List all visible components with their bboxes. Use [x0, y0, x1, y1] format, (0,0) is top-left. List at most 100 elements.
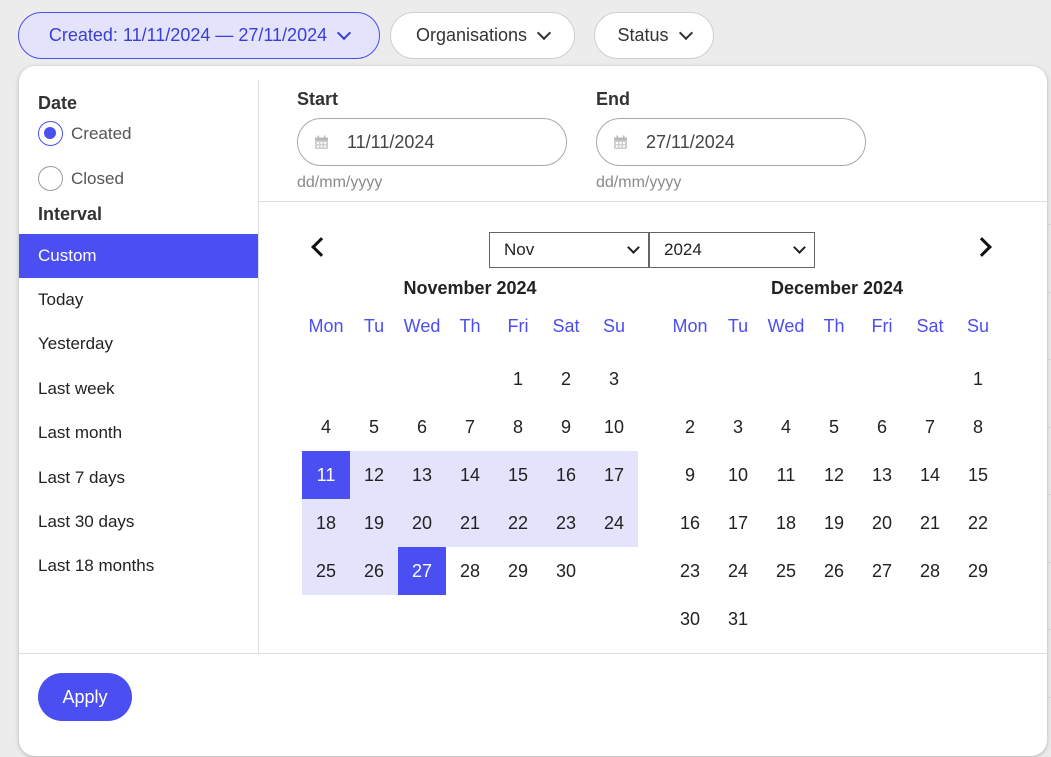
- calendar-day[interactable]: 19: [350, 499, 398, 547]
- interval-item-yesterday[interactable]: Yesterday: [19, 322, 258, 366]
- calendar-day[interactable]: 6: [858, 403, 906, 451]
- calendar-day[interactable]: 12: [810, 451, 858, 499]
- calendar-day[interactable]: 27: [858, 547, 906, 595]
- created-date-filter-chip[interactable]: Created: 11/11/2024 — 27/11/2024: [18, 12, 380, 59]
- interval-item-today[interactable]: Today: [19, 278, 258, 322]
- calendar-day[interactable]: 24: [590, 499, 638, 547]
- calendar-day[interactable]: 13: [858, 451, 906, 499]
- calendar-day[interactable]: 1: [954, 355, 1002, 403]
- calendar-day[interactable]: 5: [810, 403, 858, 451]
- calendar-day[interactable]: 9: [542, 403, 590, 451]
- date-options-sidebar: Date Created Closed Interval Custom Toda…: [19, 80, 259, 654]
- radio-selected-icon[interactable]: [38, 121, 63, 146]
- end-date-field[interactable]: 27/11/2024: [596, 118, 866, 166]
- date-type-option-closed[interactable]: Closed: [38, 166, 124, 191]
- organisations-filter-label: Organisations: [415, 25, 528, 45]
- calendar-day[interactable]: 18: [302, 499, 350, 547]
- date-filter-panel: Date Created Closed Interval Custom Toda…: [19, 66, 1047, 756]
- interval-item-last-30-days[interactable]: Last 30 days: [19, 500, 258, 544]
- interval-item-last-18-months[interactable]: Last 18 months: [19, 544, 258, 588]
- calendar-day[interactable]: 14: [446, 451, 494, 499]
- calendar-day[interactable]: 26: [350, 547, 398, 595]
- calendar-day[interactable]: 11: [762, 451, 810, 499]
- end-date-format-hint: dd/mm/yyyy: [596, 174, 682, 191]
- start-date-field[interactable]: 11/11/2024: [297, 118, 567, 166]
- calendar-day[interactable]: 31: [714, 595, 762, 643]
- calendar-day[interactable]: 10: [590, 403, 638, 451]
- calendar-day[interactable]: 3: [714, 403, 762, 451]
- calendar-day[interactable]: 20: [398, 499, 446, 547]
- calendar-day[interactable]: 21: [906, 499, 954, 547]
- calendar-day[interactable]: 4: [762, 403, 810, 451]
- created-date-filter-label: Created: 11/11/2024 — 27/11/2024: [48, 25, 328, 45]
- weekday-header: Th: [823, 316, 845, 336]
- weekday-header: Tu: [363, 316, 385, 336]
- calendar-day[interactable]: 5: [350, 403, 398, 451]
- chevron-down-icon: [536, 25, 552, 40]
- calendar-day[interactable]: 14: [906, 451, 954, 499]
- calendar-day[interactable]: 17: [590, 451, 638, 499]
- weekday-header: Sat: [916, 316, 944, 336]
- interval-item-last-7-days[interactable]: Last 7 days: [19, 456, 258, 500]
- weekday-header: Su: [602, 316, 626, 336]
- organisations-filter-chip[interactable]: Organisations: [390, 12, 575, 59]
- calendar-day[interactable]: 28: [906, 547, 954, 595]
- calendar-day[interactable]: 29: [494, 547, 542, 595]
- calendar-day[interactable]: 4: [302, 403, 350, 451]
- month-select[interactable]: Nov: [489, 232, 649, 268]
- calendar-day[interactable]: 15: [954, 451, 1002, 499]
- calendar-day[interactable]: 30: [542, 547, 590, 595]
- calendar-day[interactable]: 13: [398, 451, 446, 499]
- calendar-day[interactable]: 2: [666, 403, 714, 451]
- calendar-day[interactable]: 3: [590, 355, 638, 403]
- calendar-day[interactable]: 23: [542, 499, 590, 547]
- calendar-day[interactable]: 24: [714, 547, 762, 595]
- calendar-day[interactable]: 1: [494, 355, 542, 403]
- calendar-day[interactable]: 29: [954, 547, 1002, 595]
- calendar-day[interactable]: 22: [954, 499, 1002, 547]
- interval-heading: Interval: [38, 204, 103, 224]
- calendar-day[interactable]: 7: [906, 403, 954, 451]
- calendar-day[interactable]: 30: [666, 595, 714, 643]
- calendar-day[interactable]: 10: [714, 451, 762, 499]
- interval-item-custom[interactable]: Custom: [19, 234, 258, 278]
- interval-item-last-month[interactable]: Last month: [19, 411, 258, 455]
- calendar-day[interactable]: 25: [302, 547, 350, 595]
- status-filter-chip[interactable]: Status: [594, 12, 714, 59]
- calendar-day[interactable]: 16: [542, 451, 590, 499]
- calendar-day[interactable]: 8: [494, 403, 542, 451]
- calendar-day[interactable]: 8: [954, 403, 1002, 451]
- next-month-icon[interactable]: [972, 237, 992, 257]
- interval-item-last-week[interactable]: Last week: [19, 367, 258, 411]
- calendar-day[interactable]: 7: [446, 403, 494, 451]
- date-type-option-created[interactable]: Created: [38, 121, 131, 146]
- calendar-day[interactable]: 26: [810, 547, 858, 595]
- calendar-day[interactable]: 21: [446, 499, 494, 547]
- calendar-day[interactable]: 16: [666, 499, 714, 547]
- calendar-day[interactable]: 19: [810, 499, 858, 547]
- status-filter-label: Status: [617, 25, 669, 45]
- calendar-day[interactable]: 15: [494, 451, 542, 499]
- calendar-day[interactable]: 17: [714, 499, 762, 547]
- calendar-day[interactable]: 28: [446, 547, 494, 595]
- calendar-day[interactable]: 6: [398, 403, 446, 451]
- calendar-day[interactable]: 23: [666, 547, 714, 595]
- apply-button[interactable]: Apply: [38, 673, 132, 721]
- date-type-option-label: Created: [71, 123, 132, 143]
- calendar-day[interactable]: 20: [858, 499, 906, 547]
- calendar-day[interactable]: 27: [398, 547, 446, 595]
- previous-month-icon[interactable]: [311, 237, 331, 257]
- calendar-day[interactable]: 11: [302, 451, 350, 499]
- calendar-day[interactable]: 25: [762, 547, 810, 595]
- calendar-day[interactable]: 12: [350, 451, 398, 499]
- calendar-day[interactable]: 2: [542, 355, 590, 403]
- calendar-day[interactable]: 18: [762, 499, 810, 547]
- year-select[interactable]: 2024: [649, 232, 815, 268]
- weekday-header: Tu: [727, 316, 749, 336]
- start-date-value: 11/11/2024: [347, 131, 435, 152]
- calendar-day[interactable]: 9: [666, 451, 714, 499]
- radio-unselected-icon[interactable]: [38, 166, 63, 191]
- calendar-day[interactable]: 22: [494, 499, 542, 547]
- chevron-down-icon: [678, 25, 693, 40]
- weekday-header: Wed: [767, 316, 805, 336]
